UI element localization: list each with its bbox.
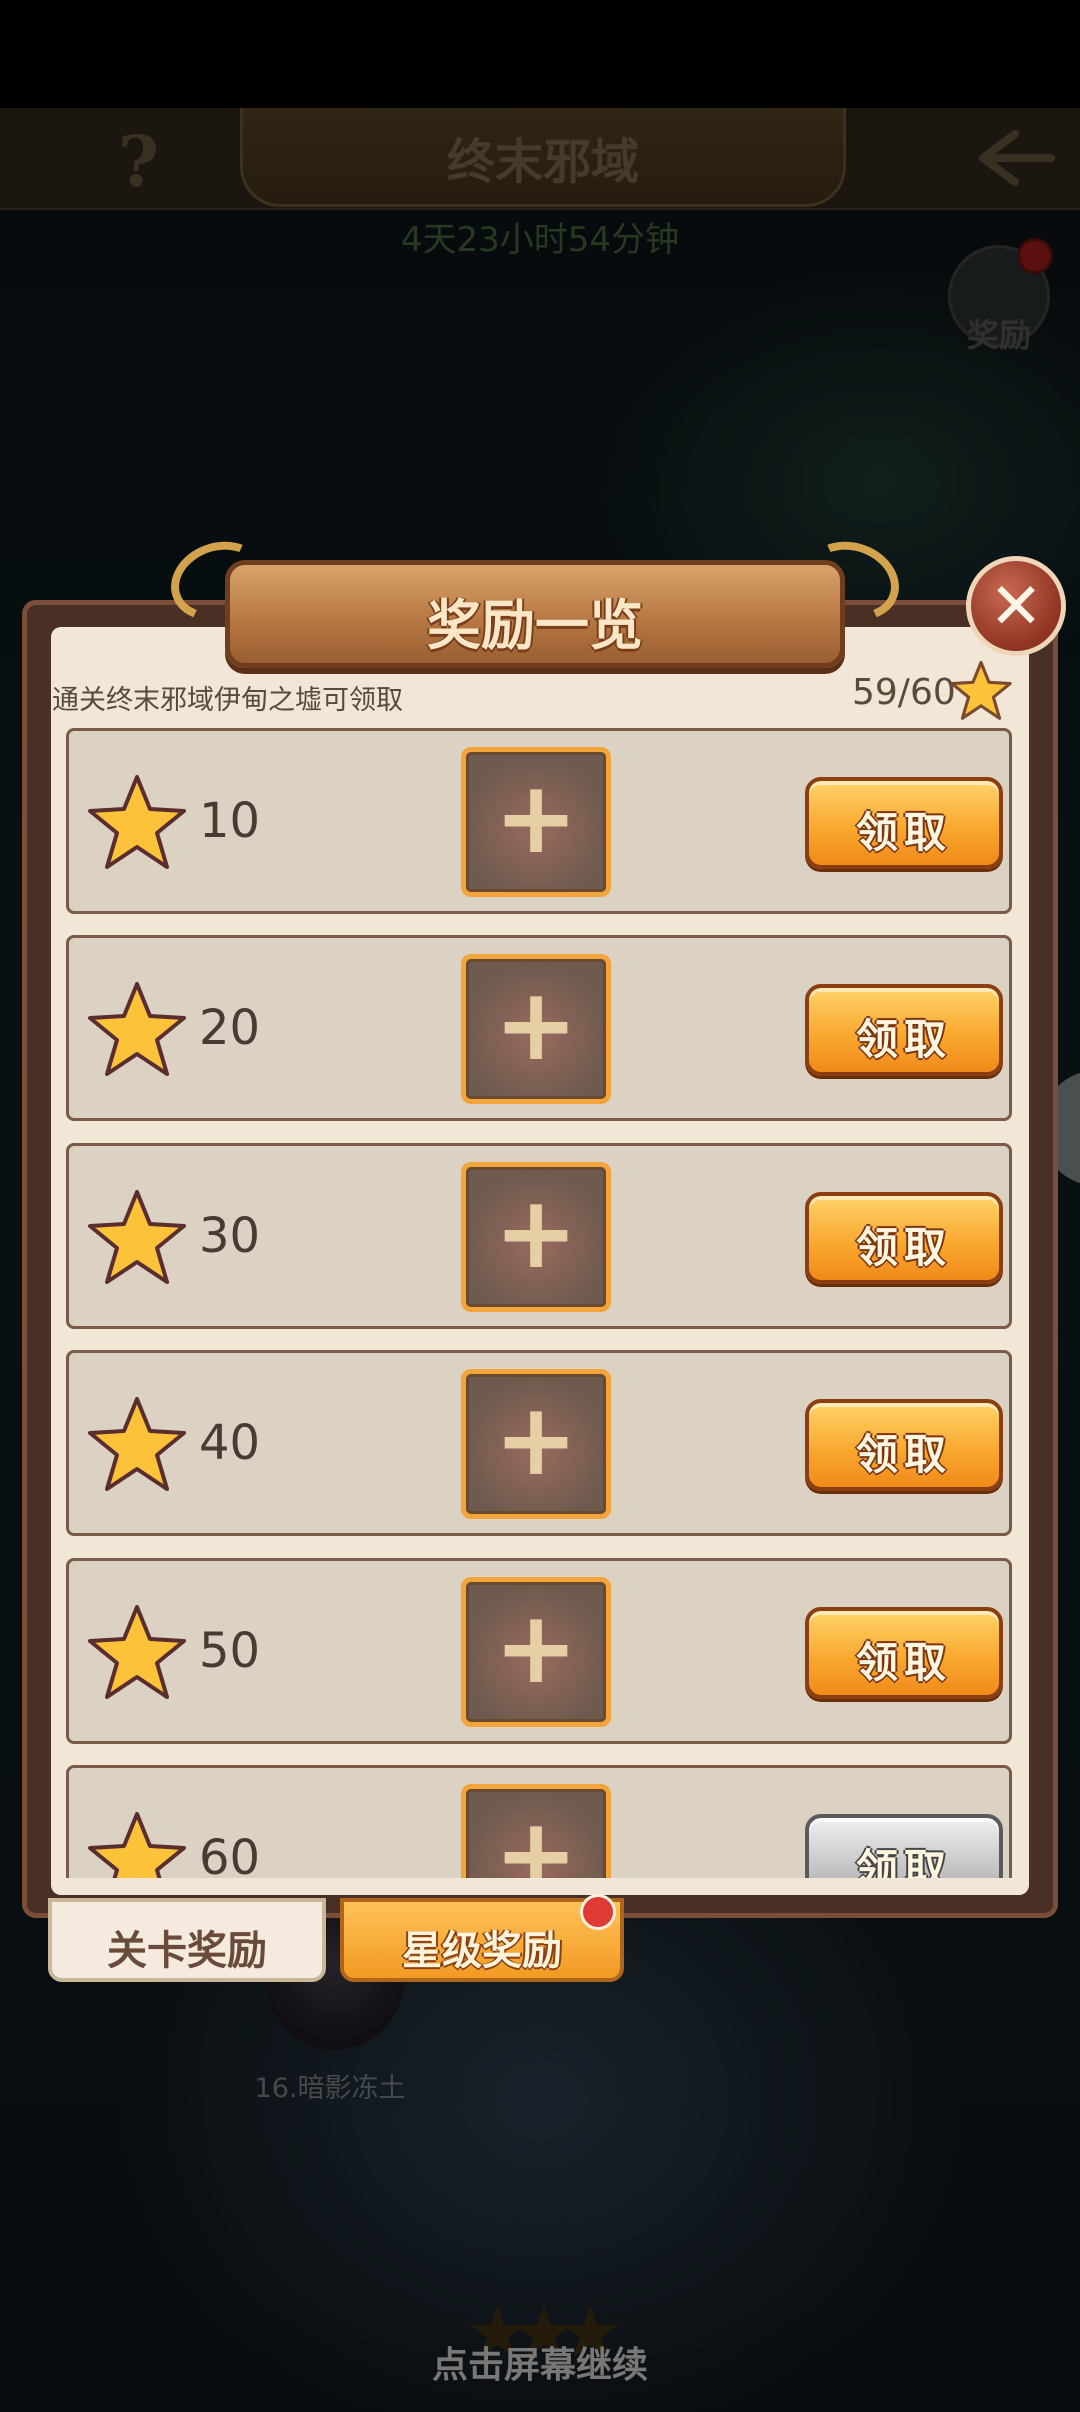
star-requirement: 20 <box>199 1000 261 1056</box>
reward-item-slot[interactable]: + <box>461 1784 611 1878</box>
claim-label: 领取 <box>855 1638 952 1687</box>
reward-row: 20 + 领取 <box>66 935 1012 1121</box>
reward-row: 30 + 领取 <box>66 1143 1012 1329</box>
star-requirement: 30 <box>199 1208 261 1264</box>
plus-icon: + <box>494 759 578 876</box>
claim-button-disabled[interactable]: 领取 <box>805 1814 1003 1878</box>
notification-dot <box>580 1894 616 1930</box>
claim-button[interactable]: 领取 <box>805 984 1003 1076</box>
reward-item-slot[interactable]: + <box>461 1369 611 1519</box>
claim-label: 领取 <box>855 1845 952 1878</box>
plus-icon: + <box>494 1796 578 1879</box>
star-icon <box>950 660 1012 720</box>
claim-label: 领取 <box>855 808 952 857</box>
star-requirement: 60 <box>199 1830 261 1878</box>
star-icon <box>88 1190 186 1284</box>
reward-item-slot[interactable]: + <box>461 747 611 897</box>
plus-icon: + <box>494 966 578 1083</box>
tab-star-rewards[interactable]: 星级奖励 <box>340 1894 624 1982</box>
reward-row: 50 + 领取 <box>66 1558 1012 1744</box>
star-icon <box>88 775 186 869</box>
star-icon <box>88 1605 186 1699</box>
star-requirement: 40 <box>199 1415 261 1471</box>
reward-list[interactable]: 10 + 领取 20 + 领取 30 + 领取 40 + 领取 50 + 领取 <box>64 728 1014 1878</box>
plus-icon: + <box>494 1589 578 1706</box>
reward-item-slot[interactable]: + <box>461 954 611 1104</box>
close-button[interactable]: ✕ <box>966 556 1066 656</box>
tab-label: 关卡奖励 <box>107 1928 267 1974</box>
star-icon <box>88 1397 186 1491</box>
reward-item-slot[interactable]: + <box>461 1162 611 1312</box>
reward-row: 10 + 领取 <box>66 728 1012 914</box>
star-icon <box>88 982 186 1076</box>
star-requirement: 10 <box>199 793 261 849</box>
dialog-banner: 奖励一览 <box>225 560 845 668</box>
reward-row: 40 + 领取 <box>66 1350 1012 1536</box>
reward-item-slot[interactable]: + <box>461 1577 611 1727</box>
tab-label: 星级奖励 <box>402 1928 562 1974</box>
star-requirement: 50 <box>199 1623 261 1679</box>
claim-label: 领取 <box>855 1223 952 1272</box>
plus-icon: + <box>494 1174 578 1291</box>
unlock-hint: 通关终末邪域伊甸之墟可领取 <box>52 685 403 716</box>
claim-label: 领取 <box>855 1430 952 1479</box>
reward-row: 60 + 领取 <box>66 1765 1012 1878</box>
star-progress: 59/60 <box>852 672 956 713</box>
claim-button[interactable]: 领取 <box>805 777 1003 869</box>
plus-icon: + <box>494 1381 578 1498</box>
claim-button[interactable]: 领取 <box>805 1192 1003 1284</box>
close-icon: ✕ <box>989 570 1043 644</box>
star-icon <box>88 1812 186 1878</box>
claim-button[interactable]: 领取 <box>805 1607 1003 1699</box>
tab-level-rewards[interactable]: 关卡奖励 <box>48 1898 326 1982</box>
status-bar <box>0 0 1080 108</box>
dialog-title: 奖励一览 <box>427 594 643 657</box>
claim-label: 领取 <box>855 1015 952 1064</box>
claim-button[interactable]: 领取 <box>805 1399 1003 1491</box>
